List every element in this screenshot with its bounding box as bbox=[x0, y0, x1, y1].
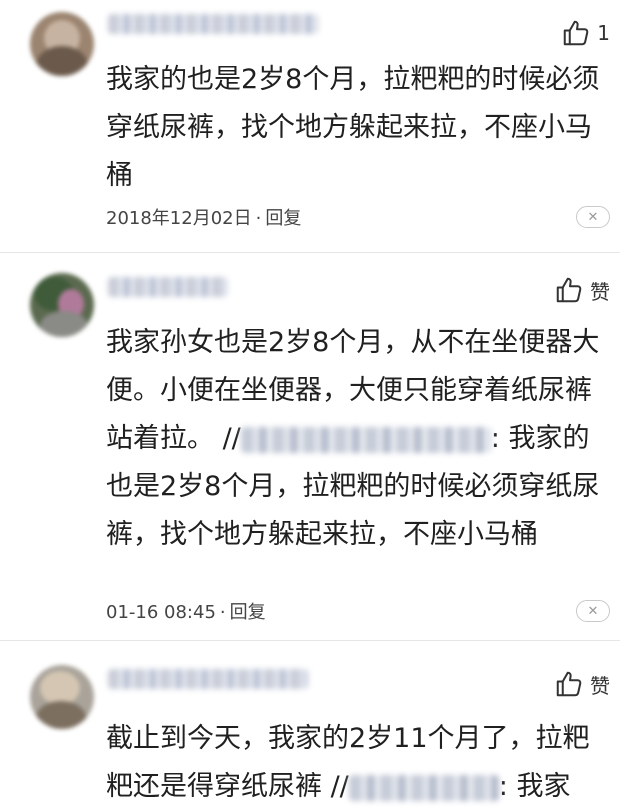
meta-separator: · bbox=[219, 602, 226, 623]
comment-date: 01-16 08:45 bbox=[106, 602, 216, 623]
avatar[interactable] bbox=[30, 12, 94, 76]
comment-text: 我家的也是2岁8个月，拉粑粑的时候必须穿纸尿裤，找个地方躲起来拉，不座小马桶 bbox=[106, 64, 600, 191]
comment-text: 截止到今天，我家的2岁11个月了，拉粑粑还是得穿纸尿裤 //: 我家 bbox=[106, 715, 602, 811]
reply-link[interactable]: 回复 bbox=[265, 208, 301, 229]
avatar[interactable] bbox=[30, 665, 94, 729]
dismiss-button[interactable]: ✕ bbox=[576, 600, 610, 622]
like-button[interactable]: 赞 bbox=[554, 275, 610, 305]
close-icon: ✕ bbox=[587, 603, 599, 619]
quoted-username-blurred[interactable] bbox=[348, 774, 499, 801]
like-label: 赞 bbox=[590, 673, 610, 698]
reply-link[interactable]: 回复 bbox=[230, 602, 266, 623]
comment-meta: 2018年12月02日 · 回复 bbox=[106, 204, 301, 230]
thumbs-up-icon bbox=[564, 20, 589, 46]
quoted-username-blurred[interactable] bbox=[240, 426, 491, 453]
thumbs-up-icon bbox=[556, 671, 582, 697]
username-blurred[interactable] bbox=[108, 14, 318, 34]
like-button[interactable]: 赞 bbox=[554, 669, 610, 699]
comment-item: 赞 我家孙女也是2岁8个月，从不在坐便器大便。小便在坐便器，大便只能穿着纸尿裤站… bbox=[0, 253, 620, 640]
quoted-text: : 我家 bbox=[498, 771, 571, 802]
like-button[interactable]: 1 bbox=[561, 18, 610, 48]
username-blurred[interactable] bbox=[108, 669, 308, 689]
avatar[interactable] bbox=[30, 273, 94, 337]
meta-separator: · bbox=[255, 208, 262, 229]
comment-date: 2018年12月02日 bbox=[106, 208, 252, 229]
username-blurred[interactable] bbox=[108, 277, 228, 297]
comment-item: 赞 截止到今天，我家的2岁11个月了，拉粑粑还是得穿纸尿裤 //: 我家 bbox=[0, 641, 620, 802]
comment-item: 1 我家的也是2岁8个月，拉粑粑的时候必须穿纸尿裤，找个地方躲起来拉，不座小马桶… bbox=[0, 0, 620, 252]
dismiss-button[interactable]: ✕ bbox=[576, 206, 610, 228]
thumbs-up-icon bbox=[556, 277, 582, 303]
like-label: 赞 bbox=[590, 279, 610, 304]
close-icon: ✕ bbox=[587, 209, 599, 225]
comment-meta: 01-16 08:45 · 回复 bbox=[106, 598, 266, 624]
like-count: 1 bbox=[597, 21, 610, 45]
comment-text: 我家孙女也是2岁8个月，从不在坐便器大便。小便在坐便器，大便只能穿着纸尿裤站着拉… bbox=[106, 319, 602, 559]
